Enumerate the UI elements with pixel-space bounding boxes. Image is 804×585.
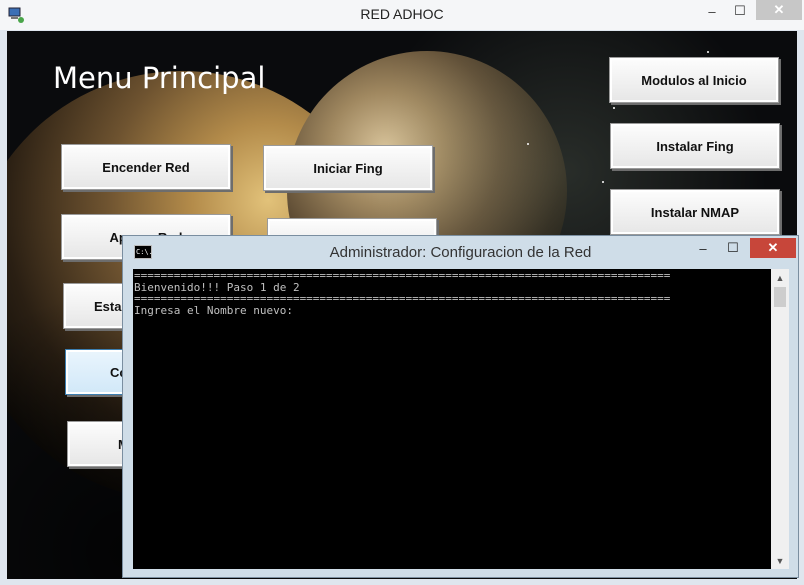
console-text: ========================================… — [134, 270, 670, 316]
page-title: Menu Principal — [53, 61, 266, 95]
star — [527, 143, 529, 145]
scroll-down-arrow-icon[interactable]: ▼ — [771, 552, 789, 569]
modulos-inicio-button[interactable]: Modulos al Inicio — [609, 57, 779, 103]
console-close-button[interactable]: ✕ — [750, 238, 796, 258]
star — [707, 51, 709, 53]
console-minimize-button[interactable]: – — [689, 238, 717, 258]
encender-red-button[interactable]: Encender Red — [61, 144, 231, 190]
iniciar-fing-button[interactable]: Iniciar Fing — [263, 145, 433, 191]
scroll-up-arrow-icon[interactable]: ▲ — [771, 269, 789, 286]
scroll-thumb[interactable] — [774, 287, 786, 307]
close-button[interactable]: ✕ — [756, 0, 802, 20]
prompt-line: Ingresa el Nombre nuevo: — [134, 303, 293, 317]
console-window: C:\. Administrador: Configuracion de la … — [122, 235, 799, 578]
console-maximize-button[interactable]: ☐ — [719, 238, 747, 258]
minimize-button[interactable]: – — [698, 0, 726, 22]
main-titlebar[interactable]: RED ADHOC – ☐ ✕ — [0, 0, 804, 30]
console-scrollbar[interactable]: ▲ ▼ — [771, 269, 789, 569]
instalar-nmap-button[interactable]: Instalar NMAP — [610, 189, 780, 235]
console-output[interactable]: ========================================… — [133, 269, 771, 569]
star — [613, 107, 615, 109]
window-title: RED ADHOC — [360, 6, 444, 22]
maximize-button[interactable]: ☐ — [726, 0, 754, 22]
console-titlebar[interactable]: C:\. Administrador: Configuracion de la … — [123, 236, 798, 269]
star — [602, 181, 604, 183]
instalar-fing-button[interactable]: Instalar Fing — [610, 123, 780, 169]
